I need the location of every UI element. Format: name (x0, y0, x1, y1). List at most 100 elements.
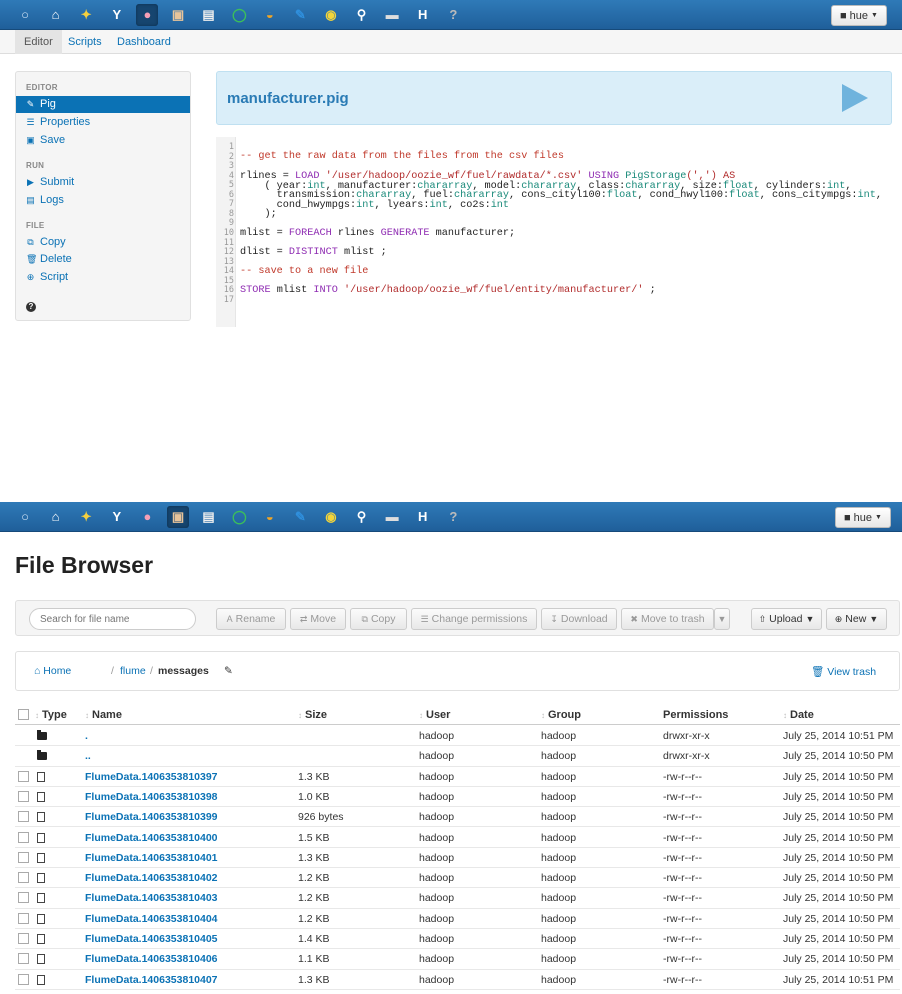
cell-name[interactable]: FlumeData.1406353810404 (85, 913, 218, 925)
cell-name[interactable]: .. (85, 750, 91, 762)
notebook-icon[interactable]: ✎ (289, 4, 311, 26)
cell-name[interactable]: FlumeData.1406353810403 (85, 892, 218, 904)
sidebar-item-save[interactable]: ▣ Save (16, 132, 190, 149)
view-trash-link[interactable]: 🗑 View trash (811, 665, 876, 678)
home-icon[interactable]: ⌂ (45, 506, 67, 528)
sidebar-item-properties[interactable]: ☰ Properties (16, 114, 190, 131)
notebook-icon[interactable]: ✎ (289, 506, 311, 528)
table-row[interactable]: . hadoop hadoop drwxr-xr-x July 25, 2014 10:… (15, 726, 900, 747)
row-checkbox[interactable] (18, 973, 29, 985)
cell-name[interactable]: FlumeData.1406353810407 (85, 974, 218, 986)
hbase-icon[interactable]: H (412, 506, 434, 528)
move-to-trash-button[interactable]: ✖ Move to trash (621, 608, 714, 630)
cell-name[interactable]: FlumeData.1406353810401 (85, 852, 218, 864)
security-icon[interactable]: ⚲ (351, 506, 373, 528)
user-menu-button[interactable]: ■ hue ▼ (831, 5, 887, 26)
file-browser-icon[interactable]: ▣ (167, 4, 189, 26)
row-checkbox[interactable] (18, 933, 29, 944)
table-row[interactable]: FlumeData.1406353810398 1.0 KB hadoop hadoo… (15, 787, 900, 808)
select-all-checkbox[interactable] (18, 709, 29, 720)
change-permissions-button[interactable]: ☰ Change permissions (411, 608, 537, 630)
cell-name[interactable]: FlumeData.1406353810402 (85, 872, 218, 884)
breadcrumb-flume[interactable]: flume (120, 665, 146, 677)
cell-name[interactable]: FlumeData.1406353810399 (85, 811, 218, 823)
column-date[interactable]: ↕ Date (783, 709, 814, 721)
hue-logo-icon[interactable]: ○ (14, 4, 36, 26)
pig-icon[interactable]: ● (136, 506, 158, 528)
hue-logo-icon[interactable]: ○ (14, 506, 36, 528)
user-menu-button[interactable]: ■ hue ▼ (835, 507, 891, 528)
column-user[interactable]: ↕ User (419, 709, 450, 721)
hive-icon[interactable]: ◒ (259, 506, 281, 528)
table-row[interactable]: .. hadoop hadoop drwxr-xr-x July 25, 2014 10… (15, 746, 900, 767)
table-row[interactable]: FlumeData.1406353810402 1.2 KB hadoop hadoo… (15, 868, 900, 889)
table-row[interactable]: FlumeData.1406353810405 1.4 KB hadoop hadoo… (15, 929, 900, 950)
column-size[interactable]: ↕ Size (298, 709, 327, 721)
copy-button[interactable]: ⧉ Copy (350, 608, 407, 630)
row-checkbox[interactable] (18, 953, 29, 965)
row-checkbox[interactable] (18, 912, 29, 924)
upload-button[interactable]: ⇧ Upload ▼ (751, 608, 822, 630)
sidebar-item-delete[interactable]: 🗑 Delete (16, 251, 190, 268)
help-icon[interactable]: ? (442, 4, 464, 26)
code-editor[interactable]: 1 2 3 4 5 6 7 8 9 10 11 12 13 14 15 16 17 -- get the raw… (216, 137, 892, 327)
search-input[interactable] (29, 608, 196, 630)
shell-icon[interactable]: ▬ (381, 4, 403, 26)
query-editor-icon[interactable]: ✦ (75, 4, 97, 26)
hbase-icon[interactable]: H (412, 4, 434, 26)
move-button[interactable]: ⇄ Move (290, 608, 346, 630)
help-icon[interactable]: ? (26, 302, 36, 312)
oozie-icon[interactable]: Y (106, 4, 128, 26)
table-row[interactable]: FlumeData.1406353810404 1.2 KB hadoop hadoo… (15, 909, 900, 929)
query-editor-icon[interactable]: ✦ (75, 506, 97, 528)
file-browser-icon[interactable]: ▣ (166, 506, 189, 528)
row-checkbox[interactable] (18, 831, 29, 843)
sidebar-item-new-script[interactable]: ⊕ Script (16, 269, 190, 286)
oozie-icon[interactable]: Y (106, 506, 128, 528)
home-icon[interactable]: ⌂ (45, 4, 67, 26)
column-name[interactable]: ↕ Name (85, 709, 122, 721)
tab-scripts[interactable]: Scripts (68, 30, 102, 54)
table-row[interactable]: FlumeData.1406353810403 1.2 KB hadoop hadoo… (15, 888, 900, 909)
tab-dashboard[interactable]: Dashboard (117, 30, 171, 54)
column-group[interactable]: ↕ Group (541, 709, 581, 721)
cell-name[interactable]: FlumeData.1406353810400 (85, 832, 218, 844)
shell-icon[interactable]: ▬ (381, 506, 403, 528)
row-checkbox[interactable] (18, 851, 29, 863)
sidebar-item-copy[interactable]: ⧉ Copy (16, 234, 190, 251)
table-row[interactable]: FlumeData.1406353810406 1.1 KB hadoop hadoo… (15, 949, 900, 970)
metastore-icon[interactable]: ▤ (198, 4, 220, 26)
row-checkbox[interactable] (18, 770, 29, 782)
sidebar-item-pig[interactable]: ✎ Pig (16, 96, 190, 113)
metastore-icon[interactable]: ▤ (198, 506, 220, 528)
table-row[interactable]: FlumeData.1406353810401 1.3 KB hadoop hadoo… (15, 848, 900, 869)
search-icon[interactable]: ◉ (320, 4, 342, 26)
cell-name[interactable]: FlumeData.1406353810406 (85, 953, 218, 965)
column-permissions[interactable]: Permissions (663, 709, 728, 721)
sidebar-item-logs[interactable]: ▤ Logs (16, 192, 190, 209)
job-browser-icon[interactable]: ◯ (228, 4, 250, 26)
pig-icon[interactable]: ● (136, 4, 159, 26)
search-icon[interactable]: ◉ (320, 506, 342, 528)
trash-dropdown-button[interactable]: ▼ (714, 608, 730, 630)
row-checkbox[interactable] (18, 892, 29, 904)
table-row[interactable]: FlumeData.1406353810407 1.3 KB hadoop hadoo… (15, 970, 900, 990)
column-type[interactable]: ↕ Type (35, 709, 67, 721)
help-icon[interactable]: ? (442, 506, 464, 528)
cell-name[interactable]: FlumeData.1406353810398 (85, 791, 218, 803)
tab-editor[interactable]: Editor (15, 30, 62, 54)
new-button[interactable]: ⊕ New ▼ (826, 608, 887, 630)
table-row[interactable]: FlumeData.1406353810400 1.5 KB hadoop hadoo… (15, 828, 900, 848)
cell-name[interactable]: FlumeData.1406353810397 (85, 771, 218, 783)
job-browser-icon[interactable]: ◯ (228, 506, 250, 528)
table-row[interactable]: FlumeData.1406353810397 1.3 KB hadoop hadoo… (15, 767, 900, 787)
row-checkbox[interactable] (18, 790, 29, 802)
table-row[interactable]: FlumeData.1406353810399 926 bytes hadoop ha… (15, 807, 900, 828)
run-script-icon[interactable] (842, 84, 868, 112)
hive-icon[interactable]: ◒ (259, 4, 281, 26)
cell-name[interactable]: FlumeData.1406353810405 (85, 933, 218, 945)
rename-button[interactable]: A Rename (216, 608, 286, 630)
cell-name[interactable]: . (85, 730, 88, 742)
sidebar-item-submit[interactable]: ▶ Submit (16, 174, 190, 191)
edit-path-icon[interactable]: ✎ (224, 665, 233, 677)
